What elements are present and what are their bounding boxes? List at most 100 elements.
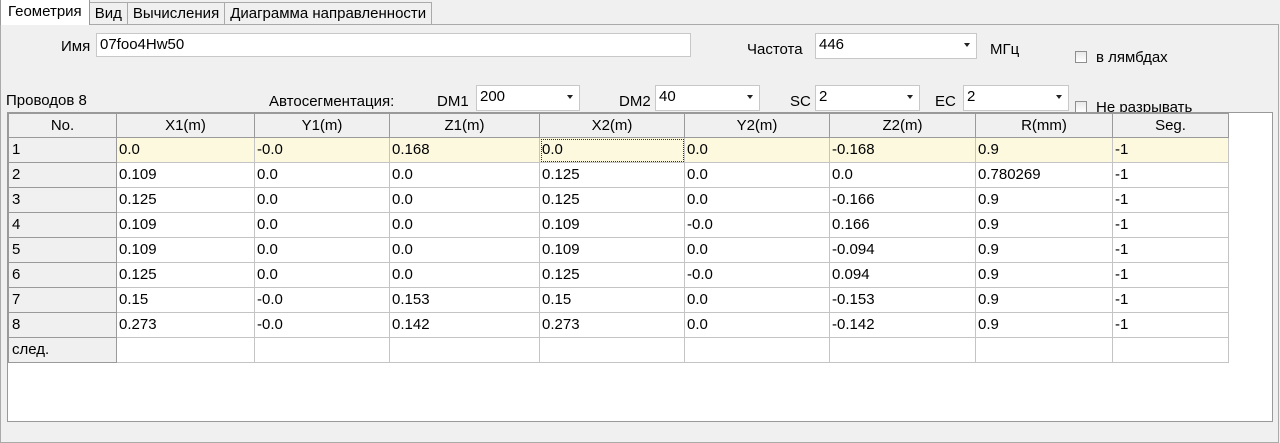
row-header[interactable]: 1	[8, 137, 117, 163]
row-header[interactable]: 2	[8, 162, 117, 188]
cell-y2[interactable]: -0.0	[684, 212, 830, 238]
cell-r[interactable]	[975, 337, 1113, 363]
cell-y1[interactable]: -0.0	[254, 312, 390, 338]
cell-seg[interactable]: -1	[1112, 137, 1229, 163]
cell-seg[interactable]: -1	[1112, 287, 1229, 313]
cell-z1[interactable]: 0.0	[389, 162, 540, 188]
cell-z1[interactable]: 0.0	[389, 262, 540, 288]
sc-select[interactable]: 2	[815, 85, 920, 111]
tab-view[interactable]: Вид	[88, 2, 128, 25]
cell-x1[interactable]: 0.109	[116, 237, 255, 263]
cell-z1[interactable]: 0.153	[389, 287, 540, 313]
row-header[interactable]: 8	[8, 312, 117, 338]
table-row[interactable]: 5 0.109 0.0 0.0 0.109 0.0 -0.094 0.9 -1	[8, 237, 1229, 263]
cell-y2[interactable]	[684, 337, 830, 363]
cell-seg[interactable]: -1	[1112, 262, 1229, 288]
row-header[interactable]: 5	[8, 237, 117, 263]
cell-z2[interactable]: -0.168	[829, 137, 976, 163]
table-row[interactable]: 2 0.109 0.0 0.0 0.125 0.0 0.0 0.780269 -1	[8, 162, 1229, 188]
cell-x2[interactable]: 0.273	[539, 312, 685, 338]
cell-seg[interactable]: -1	[1112, 212, 1229, 238]
cell-z2[interactable]: -0.153	[829, 287, 976, 313]
name-field[interactable]: 07foo4Hw50	[96, 33, 691, 57]
table-row[interactable]: 6 0.125 0.0 0.0 0.125 -0.0 0.094 0.9 -1	[8, 262, 1229, 288]
cell-r[interactable]: 0.9	[975, 287, 1113, 313]
cell-z2[interactable]: -0.142	[829, 312, 976, 338]
cell-y1[interactable]: 0.0	[254, 237, 390, 263]
header-seg[interactable]: Seg.	[1112, 113, 1229, 138]
cell-y2[interactable]: 0.0	[684, 137, 830, 163]
cell-y1[interactable]: -0.0	[254, 287, 390, 313]
cell-x2[interactable]: 0.109	[539, 212, 685, 238]
cell-z1[interactable]: 0.0	[389, 237, 540, 263]
cell-x1[interactable]: 0.125	[116, 187, 255, 213]
cell-seg[interactable]: -1	[1112, 162, 1229, 188]
cell-r[interactable]: 0.9	[975, 237, 1113, 263]
table-row[interactable]: 4 0.109 0.0 0.0 0.109 -0.0 0.166 0.9 -1	[8, 212, 1229, 238]
cell-x1[interactable]: 0.273	[116, 312, 255, 338]
cell-seg[interactable]: -1	[1112, 237, 1229, 263]
cell-z1[interactable]	[389, 337, 540, 363]
cell-x2[interactable]: 0.15	[539, 287, 685, 313]
header-z2[interactable]: Z2(m)	[829, 113, 976, 138]
cell-z1[interactable]: 0.168	[389, 137, 540, 163]
cell-x2[interactable]: 0.125	[539, 162, 685, 188]
tab-geometry[interactable]: Геометрия	[0, 0, 90, 25]
cell-x2[interactable]	[539, 337, 685, 363]
cell-r[interactable]: 0.9	[975, 312, 1113, 338]
cell-y1[interactable]: 0.0	[254, 187, 390, 213]
cell-z1[interactable]: 0.0	[389, 187, 540, 213]
row-header[interactable]: 6	[8, 262, 117, 288]
cell-y1[interactable]: 0.0	[254, 212, 390, 238]
cell-x2[interactable]: 0.125	[539, 262, 685, 288]
cell-y2[interactable]: 0.0	[684, 312, 830, 338]
cell-z2[interactable]	[829, 337, 976, 363]
cell-x1[interactable]: 0.109	[116, 212, 255, 238]
dm2-select[interactable]: 40	[655, 85, 760, 111]
cell-x2[interactable]: 0.0	[539, 137, 685, 163]
dm1-select[interactable]: 200	[476, 85, 580, 111]
cell-z2[interactable]: -0.094	[829, 237, 976, 263]
cell-seg[interactable]: -1	[1112, 312, 1229, 338]
cell-y1[interactable]: -0.0	[254, 137, 390, 163]
cell-r[interactable]: 0.780269	[975, 162, 1113, 188]
header-x2[interactable]: X2(m)	[539, 113, 685, 138]
cell-x1[interactable]: 0.125	[116, 262, 255, 288]
cell-seg[interactable]: -1	[1112, 187, 1229, 213]
cell-y1[interactable]	[254, 337, 390, 363]
cell-y2[interactable]: 0.0	[684, 162, 830, 188]
header-no[interactable]: No.	[8, 113, 117, 138]
cell-y2[interactable]: 0.0	[684, 287, 830, 313]
frequency-select[interactable]: 446	[815, 33, 977, 59]
cell-y2[interactable]: -0.0	[684, 262, 830, 288]
header-y2[interactable]: Y2(m)	[684, 113, 830, 138]
cell-y1[interactable]: 0.0	[254, 162, 390, 188]
header-r[interactable]: R(mm)	[975, 113, 1113, 138]
cell-r[interactable]: 0.9	[975, 262, 1113, 288]
header-x1[interactable]: X1(m)	[116, 113, 255, 138]
cell-z1[interactable]: 0.142	[389, 312, 540, 338]
row-header[interactable]: 3	[8, 187, 117, 213]
cell-z2[interactable]: 0.094	[829, 262, 976, 288]
row-header[interactable]: 4	[8, 212, 117, 238]
cell-z2[interactable]: 0.0	[829, 162, 976, 188]
cell-y2[interactable]: 0.0	[684, 237, 830, 263]
cell-z2[interactable]: -0.166	[829, 187, 976, 213]
table-row[interactable]: 8 0.273 -0.0 0.142 0.273 0.0 -0.142 0.9 -1	[8, 312, 1229, 338]
cell-r[interactable]: 0.9	[975, 137, 1113, 163]
cell-r[interactable]: 0.9	[975, 212, 1113, 238]
header-z1[interactable]: Z1(m)	[389, 113, 540, 138]
row-header[interactable]: 7	[8, 287, 117, 313]
cell-x1[interactable]	[116, 337, 255, 363]
cell-r[interactable]: 0.9	[975, 187, 1113, 213]
cell-x1[interactable]: 0.109	[116, 162, 255, 188]
ec-select[interactable]: 2	[963, 85, 1069, 111]
cell-seg[interactable]	[1112, 337, 1229, 363]
cell-x1[interactable]: 0.15	[116, 287, 255, 313]
tab-radiation-pattern[interactable]: Диаграмма направленности	[224, 2, 433, 25]
cell-y1[interactable]: 0.0	[254, 262, 390, 288]
cell-x2[interactable]: 0.109	[539, 237, 685, 263]
cell-y2[interactable]: 0.0	[684, 187, 830, 213]
table-row[interactable]: 7 0.15 -0.0 0.153 0.15 0.0 -0.153 0.9 -1	[8, 287, 1229, 313]
table-row[interactable]: 3 0.125 0.0 0.0 0.125 0.0 -0.166 0.9 -1	[8, 187, 1229, 213]
